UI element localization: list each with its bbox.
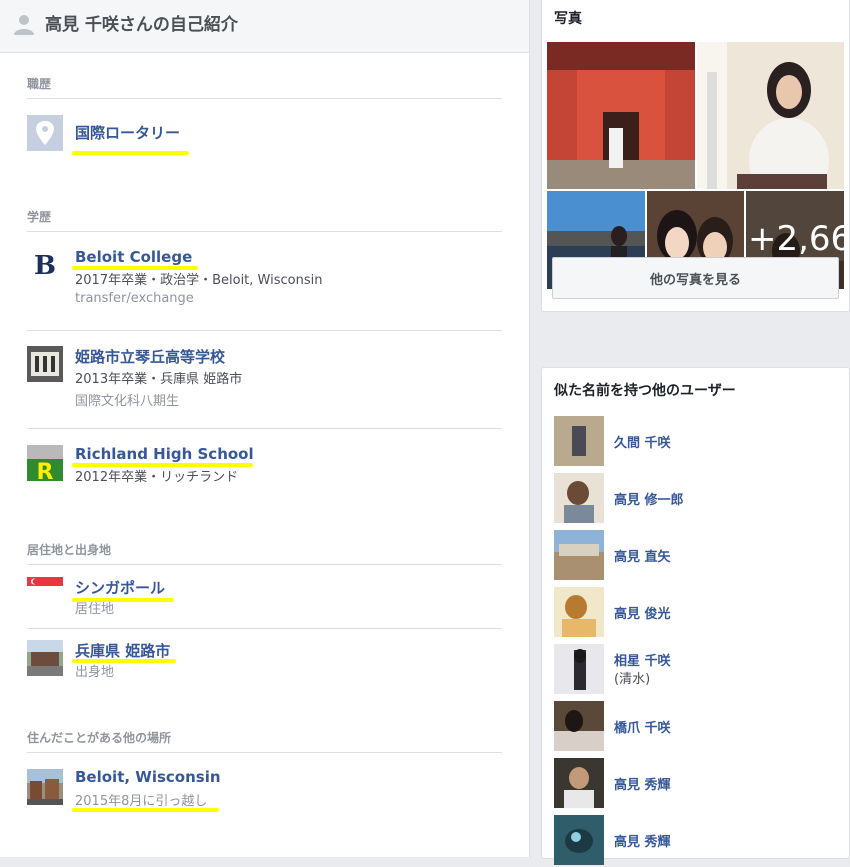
place-type: 出身地: [75, 665, 115, 680]
list-item[interactable]: 高見 直矢: [554, 530, 839, 582]
svg-text:B: B: [34, 251, 56, 281]
place-link[interactable]: 兵庫県 姫路市: [75, 640, 170, 661]
list-item[interactable]: 高見 秀輝: [554, 815, 839, 867]
photo-thumbnail[interactable]: [697, 42, 844, 189]
user-name-link[interactable]: 相星 千咲: [614, 650, 671, 669]
photos-card: 写真 +2,66 他の写真を見る: [541, 0, 850, 312]
more-photos-count: +2,66: [748, 219, 844, 259]
divider: [27, 752, 502, 753]
user-name-link[interactable]: 高見 俊光: [614, 603, 671, 622]
school-link[interactable]: 姫路市立琴丘高等学校: [75, 346, 225, 367]
divider: [27, 628, 502, 629]
richland-logo: R: [27, 445, 63, 481]
list-item[interactable]: 久間 千咲: [554, 416, 839, 468]
user-name-link[interactable]: 橋爪 千咲: [614, 717, 671, 736]
about-panel: 高見 千咲さんの自己紹介 職歴 国際ロータリー 学歴 B Beloit Coll…: [0, 0, 530, 857]
divider: [27, 428, 502, 429]
avatar[interactable]: [554, 530, 604, 580]
divider: [27, 330, 502, 331]
beloit-photo: [27, 769, 63, 805]
work-heading: 職歴: [27, 77, 52, 91]
other-places-heading: 住んだことがある他の場所: [27, 731, 172, 745]
divider: [27, 564, 502, 565]
education-heading: 学歴: [27, 210, 52, 224]
similar-users-card: 似た名前を持つ他のユーザー 久間 千咲 高見 修一郎 高見 直矢 高見 俊光 相…: [541, 367, 850, 865]
school-detail: 2017年卒業・政治学・Beloit, Wisconsin: [75, 273, 323, 288]
avatar[interactable]: [554, 815, 604, 865]
user-name-link[interactable]: 高見 秀輝: [614, 774, 671, 793]
school-note: transfer/exchange: [75, 291, 194, 306]
avatar[interactable]: [554, 587, 604, 637]
list-item[interactable]: 相星 千咲 (清水): [554, 644, 839, 696]
user-name-link[interactable]: 高見 修一郎: [614, 489, 684, 508]
about-header: 高見 千咲さんの自己紹介: [0, 0, 529, 53]
list-item[interactable]: 高見 修一郎: [554, 473, 839, 525]
user-maiden-name: (清水): [614, 672, 651, 687]
school-photo: [27, 346, 63, 382]
divider: [27, 231, 502, 232]
user-name-link[interactable]: 久間 千咲: [614, 432, 671, 451]
avatar[interactable]: [554, 758, 604, 808]
person-icon: [14, 15, 34, 35]
place-link[interactable]: Beloit, Wisconsin: [75, 768, 221, 786]
see-more-photos-button[interactable]: 他の写真を見る: [552, 257, 839, 299]
photos-title: 写真: [554, 11, 582, 27]
list-item[interactable]: 高見 秀輝: [554, 758, 839, 810]
school-link[interactable]: Beloit College: [75, 248, 192, 266]
page-title: 高見 千咲さんの自己紹介: [45, 15, 238, 35]
list-item[interactable]: 橋爪 千咲: [554, 701, 839, 753]
highlight-mark: [72, 808, 219, 812]
avatar[interactable]: [554, 416, 604, 466]
beloit-logo: B: [27, 247, 63, 283]
svg-text:R: R: [37, 460, 54, 481]
highlight-mark: [72, 151, 189, 155]
school-detail: 2012年卒業・リッチランド: [75, 470, 239, 485]
place-pin-icon: [27, 115, 63, 151]
avatar[interactable]: [554, 473, 604, 523]
himeji-photo: [27, 640, 63, 676]
school-note: 国際文化科八期生: [75, 394, 180, 409]
photo-thumbnail[interactable]: [547, 42, 695, 189]
school-detail: 2013年卒業・兵庫県 姫路市: [75, 372, 243, 387]
singapore-flag-icon: [27, 577, 63, 595]
move-date: 2015年8月に引っ越し: [75, 794, 208, 809]
user-name-link[interactable]: 高見 秀輝: [614, 831, 671, 850]
user-name-link[interactable]: 高見 直矢: [614, 546, 671, 565]
school-link[interactable]: Richland High School: [75, 445, 254, 463]
list-item[interactable]: 高見 俊光: [554, 587, 839, 639]
divider: [27, 98, 502, 99]
work-link[interactable]: 国際ロータリー: [75, 122, 180, 143]
place-link[interactable]: シンガポール: [75, 577, 165, 598]
avatar[interactable]: [554, 644, 604, 694]
avatar[interactable]: [554, 701, 604, 751]
places-heading: 居住地と出身地: [27, 543, 112, 557]
similar-users-title: 似た名前を持つ他のユーザー: [554, 383, 736, 399]
place-type: 居住地: [75, 602, 115, 617]
